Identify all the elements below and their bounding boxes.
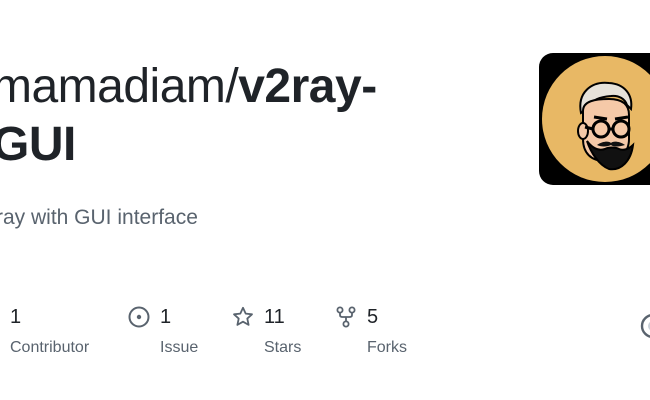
repo-description: ray with GUI interface — [0, 206, 198, 229]
github-logo-icon — [640, 312, 650, 340]
repo-stats: 1 Contributor 1 Issue 11 Stars 5 Forks — [0, 304, 650, 364]
issues-count: 1 — [160, 305, 172, 328]
contributors-count: 1 — [10, 305, 22, 328]
repo-name-continued[interactable]: GUI — [0, 118, 76, 171]
issues-label: Issue — [160, 339, 199, 356]
repo-title: mamadiam/v2ray- GUI — [0, 58, 512, 174]
stat-issues[interactable]: 1 Issue — [128, 304, 198, 357]
stars-count: 11 — [264, 305, 285, 328]
repo-owner[interactable]: mamadiam/ — [0, 60, 239, 113]
fork-icon — [335, 306, 357, 328]
forks-label: Forks — [367, 339, 407, 356]
stat-forks[interactable]: 5 Forks — [335, 304, 407, 357]
stat-contributors[interactable]: 1 Contributor — [10, 304, 89, 357]
contributors-label: Contributor — [10, 339, 90, 356]
avatar[interactable] — [539, 53, 650, 185]
issue-icon — [128, 306, 150, 328]
stat-stars[interactable]: 11 Stars — [232, 304, 301, 357]
star-icon — [232, 306, 254, 328]
repo-name[interactable]: v2ray- — [238, 60, 377, 113]
stars-label: Stars — [264, 339, 302, 356]
user-avatar-icon — [542, 56, 650, 182]
forks-count: 5 — [367, 305, 379, 328]
repo-social-card: mamadiam/v2ray- GUI ray with GUI interfa… — [0, 0, 650, 400]
